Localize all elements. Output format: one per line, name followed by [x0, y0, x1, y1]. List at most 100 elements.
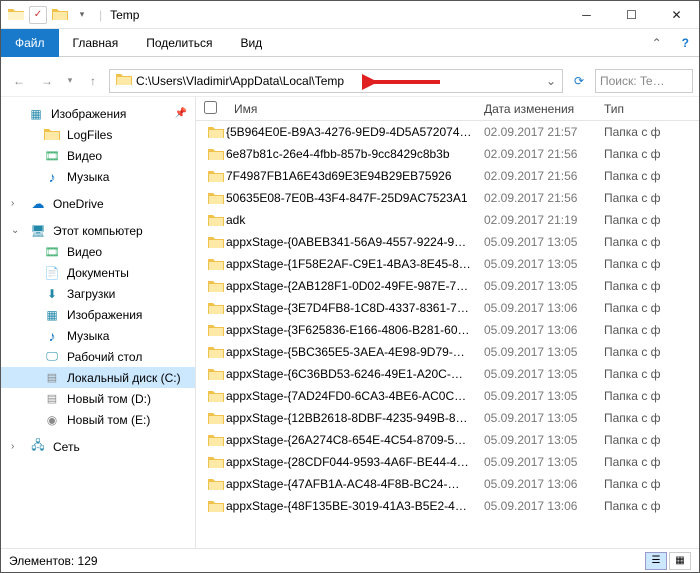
address-input[interactable]: [136, 74, 546, 88]
column-name[interactable]: Имя: [226, 102, 484, 116]
expand-icon[interactable]: ⌄: [11, 225, 23, 236]
file-row[interactable]: appxStage-{6C36BD53-6246-49E1-A20C-…05.0…: [196, 363, 699, 385]
qat-properties-icon[interactable]: ✓: [29, 6, 47, 24]
expand-icon[interactable]: ›: [11, 198, 23, 209]
sidebar-item[interactable]: LogFiles: [1, 124, 195, 145]
minimize-button[interactable]: ─: [564, 1, 609, 29]
sidebar-item[interactable]: ◉Новый том (E:): [1, 409, 195, 430]
pin-icon: 📌: [175, 108, 187, 119]
file-name: appxStage-{3F625836-E166-4806-B281-60…: [226, 323, 484, 337]
pictures-icon: ▦: [27, 106, 45, 122]
file-row[interactable]: 7F4987FB1A6E43d69E3E94B29EB7592602.09.20…: [196, 165, 699, 187]
column-headers[interactable]: Имя Дата изменения Тип: [196, 97, 699, 121]
file-type: Папка с ф: [604, 213, 699, 227]
music-icon: ♪: [43, 328, 61, 344]
sidebar-onedrive[interactable]: › ☁ OneDrive: [1, 193, 195, 214]
file-row[interactable]: appxStage-{26A274C8-654E-4C54-8709-5…05.…: [196, 429, 699, 451]
refresh-button[interactable]: ⟳: [567, 69, 591, 93]
expand-icon[interactable]: ›: [11, 441, 23, 452]
forward-button[interactable]: →: [35, 69, 59, 93]
sidebar-item-label: Рабочий стол: [67, 350, 195, 364]
file-row[interactable]: appxStage-{7AD24FD0-6CA3-4BE6-AC0C…05.09…: [196, 385, 699, 407]
close-button[interactable]: ✕: [654, 1, 699, 29]
sidebar-this-pc[interactable]: ⌄ 🖥 Этот компьютер: [1, 220, 195, 241]
folder-icon: [206, 324, 226, 337]
item-count: 129: [78, 554, 98, 568]
file-row[interactable]: 50635E08-7E0B-43F4-847F-25D9AC7523A102.0…: [196, 187, 699, 209]
folder-icon: [206, 280, 226, 293]
help-icon[interactable]: ?: [672, 36, 699, 50]
file-date: 05.09.2017 13:05: [484, 257, 604, 271]
status-label: Элементов:: [9, 554, 74, 568]
sidebar-item[interactable]: 📄Документы: [1, 262, 195, 283]
column-date[interactable]: Дата изменения: [484, 102, 604, 116]
sidebar-item-label: Загрузки: [67, 287, 195, 301]
address-folder-icon: [116, 73, 132, 89]
file-row[interactable]: {5B964E0E-B9A3-4276-9ED9-4D5A572074…02.0…: [196, 121, 699, 143]
maximize-button[interactable]: ☐: [609, 1, 654, 29]
file-type: Папка с ф: [604, 169, 699, 183]
file-row[interactable]: appxStage-{47AFB1A-AC48-4F8B-BC24-…05.09…: [196, 473, 699, 495]
qat-folder-icon[interactable]: [51, 6, 69, 24]
computer-icon: 🖥: [29, 223, 47, 239]
sidebar-item[interactable]: ♪Музыка: [1, 166, 195, 187]
sidebar-item[interactable]: 🖵Рабочий стол: [1, 346, 195, 367]
file-type: Папка с ф: [604, 477, 699, 491]
file-date: 02.09.2017 21:56: [484, 169, 604, 183]
qat-dropdown-icon[interactable]: ▾: [73, 6, 91, 24]
sidebar-item[interactable]: ▦Изображения: [1, 304, 195, 325]
address-bar[interactable]: ⌄: [109, 69, 563, 93]
recent-locations-button[interactable]: ▾: [63, 69, 77, 93]
details-view-button[interactable]: ☰: [645, 552, 667, 570]
file-date: 05.09.2017 13:06: [484, 301, 604, 315]
file-name: appxStage-{47AFB1A-AC48-4F8B-BC24-…: [226, 477, 484, 491]
sidebar-item[interactable]: ▤Локальный диск (C:): [1, 367, 195, 388]
folder-icon: [206, 456, 226, 469]
file-row[interactable]: appxStage-{12BB2618-8DBF-4235-949B-8…05.…: [196, 407, 699, 429]
column-type[interactable]: Тип: [604, 102, 699, 116]
tab-home[interactable]: Главная: [59, 29, 133, 57]
app-folder-icon: [7, 6, 25, 24]
sidebar-item-label: Видео: [67, 245, 195, 259]
file-row[interactable]: appxStage-{1F58E2AF-C9E1-4BA3-8E45-8…05.…: [196, 253, 699, 275]
sidebar-item[interactable]: ⬇Загрузки: [1, 283, 195, 304]
file-name: appxStage-{3E7D4FB8-1C8D-4337-8361-7…: [226, 301, 484, 315]
file-row[interactable]: appxStage-{28CDF044-9593-4A6F-BE44-4…05.…: [196, 451, 699, 473]
file-row[interactable]: appxStage-{2AB128F1-0D02-49FE-987E-7…05.…: [196, 275, 699, 297]
tab-file[interactable]: Файл: [1, 29, 59, 57]
tab-share[interactable]: Поделиться: [132, 29, 226, 57]
folder-icon: [206, 170, 226, 183]
ribbon-collapse-icon[interactable]: ⌃: [642, 36, 672, 50]
file-row[interactable]: 6e87b81c-26e4-4fbb-857b-9cc8429c8b3b02.0…: [196, 143, 699, 165]
sidebar-item[interactable]: ♪Музыка: [1, 325, 195, 346]
search-box[interactable]: Поиск: Te…: [595, 69, 693, 93]
file-type: Папка с ф: [604, 125, 699, 139]
file-row[interactable]: appxStage-{48F135BE-3019-41A3-B5E2-4…05.…: [196, 495, 699, 517]
tab-view[interactable]: Вид: [226, 29, 276, 57]
file-name: appxStage-{2AB128F1-0D02-49FE-987E-7…: [226, 279, 484, 293]
address-history-icon[interactable]: ⌄: [546, 74, 556, 88]
file-type: Папка с ф: [604, 433, 699, 447]
back-button[interactable]: ←: [7, 69, 31, 93]
file-type: Папка с ф: [604, 279, 699, 293]
file-row[interactable]: adk02.09.2017 21:19Папка с ф: [196, 209, 699, 231]
file-row[interactable]: appxStage-{0ABEB341-56A9-4557-9224-9…05.…: [196, 231, 699, 253]
file-date: 02.09.2017 21:19: [484, 213, 604, 227]
doc-icon: 📄: [43, 265, 61, 281]
navigation-pane[interactable]: ▦ Изображения 📌 LogFiles🎞Видео♪Музыка › …: [1, 97, 196, 551]
sidebar-item[interactable]: 🎞Видео: [1, 145, 195, 166]
sidebar-network[interactable]: › 🖧 Сеть: [1, 436, 195, 457]
file-name: appxStage-{0ABEB341-56A9-4557-9224-9…: [226, 235, 484, 249]
file-row[interactable]: appxStage-{5BC365E5-3AEA-4E98-9D79-…05.0…: [196, 341, 699, 363]
sidebar-item[interactable]: ▤Новый том (D:): [1, 388, 195, 409]
file-name: adk: [226, 213, 484, 227]
sidebar-item[interactable]: 🎞Видео: [1, 241, 195, 262]
select-all-checkbox[interactable]: [204, 101, 217, 114]
up-button[interactable]: ↑: [81, 69, 105, 93]
icons-view-button[interactable]: ▦: [669, 552, 691, 570]
sidebar-item-images[interactable]: ▦ Изображения 📌: [1, 103, 195, 124]
file-row[interactable]: appxStage-{3E7D4FB8-1C8D-4337-8361-7…05.…: [196, 297, 699, 319]
file-list[interactable]: {5B964E0E-B9A3-4276-9ED9-4D5A572074…02.0…: [196, 121, 699, 551]
window-title: Temp: [110, 8, 139, 22]
file-row[interactable]: appxStage-{3F625836-E166-4806-B281-60…05…: [196, 319, 699, 341]
